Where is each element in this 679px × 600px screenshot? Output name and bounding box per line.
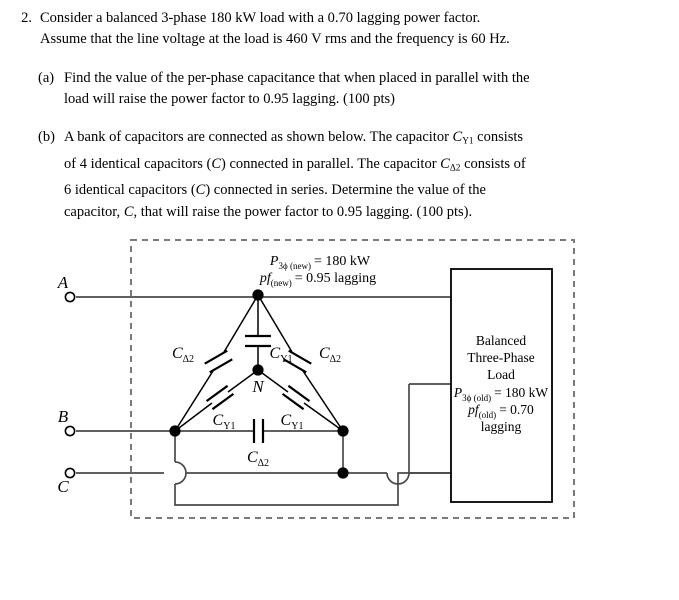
junction-dot-bottom-left <box>169 425 181 437</box>
wye-right-branch-outer <box>303 402 344 432</box>
cap-delta-right-base: C <box>319 345 330 362</box>
new-condition-pf-subscript: (new) <box>271 278 292 288</box>
junction-dot-phase-c <box>337 467 349 479</box>
terminal-c-label: C <box>57 477 69 496</box>
new-condition-p-symbol: P <box>269 254 279 269</box>
cap-delta-left-base: C <box>172 345 183 362</box>
cap-wye-right-label: CY1 <box>281 412 304 432</box>
load-box-p-symbol: P <box>453 385 462 400</box>
load-box-line-1: Balanced <box>476 333 526 348</box>
neutral-label: N <box>251 377 265 396</box>
cap-delta-right-sub: Δ2 <box>330 354 341 365</box>
cap-delta-left-sub: Δ2 <box>183 354 194 365</box>
cap-wye-right-sub: Y1 <box>291 421 303 432</box>
wye-left-branch-outer <box>174 402 213 432</box>
new-condition-pf-value: = 0.95 lagging <box>295 271 376 286</box>
circuit-diagram: A B C CΔ2 CΔ2 CΔ2 CY1 CY1 CY1 N P3ϕ (new… <box>0 0 679 600</box>
new-condition-p-value: = 180 kW <box>314 254 371 269</box>
cap-wye-top-base: C <box>270 345 281 362</box>
cap-wye-right <box>281 384 311 411</box>
cap-wye-left-base: C <box>213 412 224 429</box>
junction-dot-apex <box>252 289 264 301</box>
terminal-b-circle <box>64 425 76 437</box>
load-box-line-2: Three-Phase <box>467 350 534 365</box>
cap-wye-top-sub: Y1 <box>280 354 292 365</box>
cap-delta-bottom <box>252 419 265 443</box>
load-box-p-value: = 180 kW <box>494 385 548 400</box>
cap-delta-bottom-base: C <box>247 449 258 466</box>
new-condition-p-subscript: 3ϕ (new) <box>278 261 310 271</box>
terminal-a-circle <box>64 291 76 303</box>
cap-wye-left-sub: Y1 <box>223 421 235 432</box>
cap-delta-left-label: CΔ2 <box>172 345 194 365</box>
cap-wye-top <box>245 334 271 348</box>
cap-delta-bottom-label: CΔ2 <box>247 449 269 469</box>
delta-left-leg-upper <box>223 294 259 353</box>
cap-wye-left <box>205 384 235 411</box>
terminal-b-label: B <box>58 407 69 426</box>
cap-delta-left <box>204 349 233 374</box>
load-box-line-3: Load <box>487 367 515 382</box>
cap-delta-bottom-sub: Δ2 <box>258 458 269 469</box>
cap-delta-right-label: CΔ2 <box>319 345 341 365</box>
junction-dot-bottom-right <box>337 425 349 437</box>
cap-wye-left-label: CY1 <box>213 412 236 432</box>
load-box-line-6: lagging <box>481 419 522 434</box>
delta-right-leg-upper <box>257 294 293 353</box>
phase-b-wire-hop-over-c <box>174 461 187 485</box>
load-box-pf-value: = 0.70 <box>499 402 534 417</box>
new-condition-line-1: P3ϕ (new) = 180 kW <box>269 254 371 271</box>
junction-dot-neutral <box>252 364 264 376</box>
cap-wye-right-base: C <box>281 412 292 429</box>
new-condition-line-2: pf(new) = 0.95 lagging <box>259 271 376 288</box>
terminal-a-label: A <box>57 273 69 292</box>
